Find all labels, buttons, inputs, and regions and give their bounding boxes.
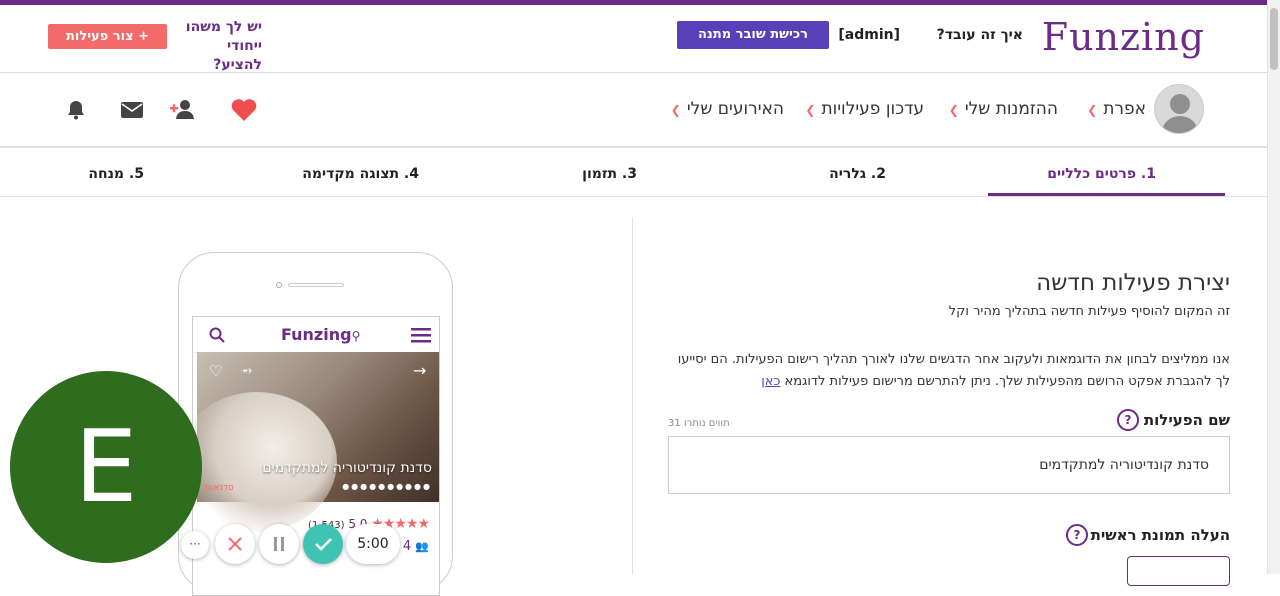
user-menu-bar: אפרת ❯ ההזמנות שלי ❯ עדכון פעילויות ❯ האירו… bbox=[0, 73, 1267, 148]
hamburger-menu-icon[interactable] bbox=[411, 328, 431, 343]
map-pin-icon: ⚲ bbox=[351, 329, 361, 343]
admin-tag[interactable]: [admin] bbox=[838, 27, 900, 43]
main-image-help-icon[interactable]: ? bbox=[1066, 524, 1088, 546]
upload-image-button[interactable] bbox=[1127, 556, 1230, 586]
people-count: 4 bbox=[402, 539, 412, 554]
menu-my-events-label: האירועים שלי bbox=[686, 99, 784, 119]
site-header: Funzing איך זה עובד? [admin] רכישת שובר … bbox=[0, 5, 1267, 73]
share-icon[interactable]: ⥇ bbox=[241, 362, 252, 378]
step-general-details[interactable]: 1. פרטים כלליים bbox=[1047, 166, 1156, 182]
chevron-down-icon: ❯ bbox=[670, 103, 681, 117]
chevron-down-icon: ❯ bbox=[948, 103, 959, 117]
envelope-icon[interactable] bbox=[121, 102, 143, 118]
scrollbar-thumb[interactable] bbox=[1270, 8, 1278, 70]
intro-paragraph: אנו ממליצים לבחון את הדוגמאות ולעקוב אחר… bbox=[665, 349, 1230, 393]
heart-icon[interactable] bbox=[230, 98, 258, 122]
user-initial-bubble[interactable]: E bbox=[10, 371, 202, 563]
activity-hero-image[interactable]: ♡ ⥇ → סדנת קונדיטוריה למתקדמים ●●●●●●●●●… bbox=[193, 352, 439, 532]
phone-speaker bbox=[288, 283, 344, 287]
finish-recording-button[interactable] bbox=[303, 524, 343, 564]
menu-my-events[interactable]: האירועים שלי ❯ bbox=[671, 99, 784, 119]
activity-name-input[interactable] bbox=[668, 436, 1230, 494]
add-user-icon[interactable] bbox=[170, 99, 196, 119]
app-logo: Funzing⚲ bbox=[281, 325, 361, 344]
chars-left-counter: 31 תווים נותרו bbox=[668, 418, 730, 429]
user-name-menu[interactable]: אפרת ❯ bbox=[1087, 99, 1146, 119]
step-host[interactable]: 5. מנחה bbox=[88, 166, 144, 182]
menu-update-activities[interactable]: עדכון פעילויות ❯ bbox=[805, 99, 924, 119]
menu-my-orders-label: ההזמנות שלי bbox=[964, 99, 1058, 119]
activity-name-label: שם הפעילות bbox=[1143, 411, 1230, 429]
heart-outline-icon[interactable]: ♡ bbox=[209, 362, 222, 380]
phone-camera bbox=[276, 282, 282, 288]
pause-recording-button[interactable] bbox=[259, 524, 299, 564]
pause-icon bbox=[274, 537, 284, 551]
preview-category: סדנאות bbox=[205, 483, 234, 493]
chevron-down-icon: ❯ bbox=[805, 103, 816, 117]
active-step-underline bbox=[988, 193, 1225, 196]
preview-activity-title: סדנת קונדיטוריה למתקדמים bbox=[262, 460, 432, 476]
more-options-button[interactable]: ··· bbox=[181, 531, 209, 559]
preview-people: 4 👥 bbox=[403, 539, 429, 554]
check-icon bbox=[315, 538, 332, 551]
search-icon[interactable] bbox=[209, 327, 225, 343]
how-it-works-link[interactable]: איך זה עובד? bbox=[937, 27, 1023, 43]
step-preview[interactable]: 4. תצוגה מקדימה bbox=[302, 166, 419, 182]
activity-name-help-icon[interactable]: ? bbox=[1117, 409, 1139, 431]
people-icon: 👥 bbox=[415, 540, 429, 553]
cancel-recording-button[interactable] bbox=[215, 524, 255, 564]
carousel-dots[interactable]: ●●●●●●●●●● bbox=[342, 482, 432, 491]
arrow-right-icon[interactable]: → bbox=[413, 361, 426, 380]
promo-text: יש לך משהו ייחודי להציע? bbox=[176, 18, 262, 75]
funzing-logo[interactable]: Funzing bbox=[1042, 15, 1205, 59]
column-divider bbox=[632, 217, 633, 574]
step-gallery[interactable]: 2. גלריה bbox=[829, 166, 886, 182]
step-scheduling[interactable]: 3. תזמון bbox=[582, 166, 637, 182]
page-subtitle: זה המקום להוסיף פעילות חדשה בתהליך מהיר … bbox=[948, 304, 1230, 319]
main-image-label: העלה תמונת ראשית bbox=[1090, 526, 1230, 544]
promo-line-1: יש לך משהו bbox=[185, 19, 262, 35]
avatar[interactable] bbox=[1154, 84, 1204, 134]
chevron-down-icon: ❯ bbox=[1087, 103, 1098, 117]
promo-line-2: ייחודי להציע? bbox=[213, 38, 262, 73]
bell-icon[interactable] bbox=[66, 100, 86, 120]
user-name-label: אפרת bbox=[1103, 99, 1146, 119]
page-title: יצירת פעילות חדשה bbox=[1036, 270, 1230, 296]
menu-update-activities-label: עדכון פעילויות bbox=[821, 99, 924, 119]
avatar-silhouette-icon bbox=[1161, 94, 1199, 133]
menu-my-orders[interactable]: ההזמנות שלי ❯ bbox=[949, 99, 1058, 119]
page-scrollbar[interactable] bbox=[1267, 0, 1280, 574]
recording-timer: 5:00 bbox=[346, 524, 400, 564]
close-icon bbox=[228, 537, 242, 551]
create-activity-button[interactable]: + צור פעילות bbox=[48, 24, 167, 49]
wizard-steps: 1. פרטים כלליים 2. גלריה 3. תזמון 4. תצו… bbox=[0, 150, 1267, 197]
example-link[interactable]: כאן bbox=[761, 374, 780, 389]
app-header: Funzing⚲ bbox=[193, 317, 439, 353]
gift-voucher-button[interactable]: רכישת שובר מתנה bbox=[677, 21, 829, 49]
